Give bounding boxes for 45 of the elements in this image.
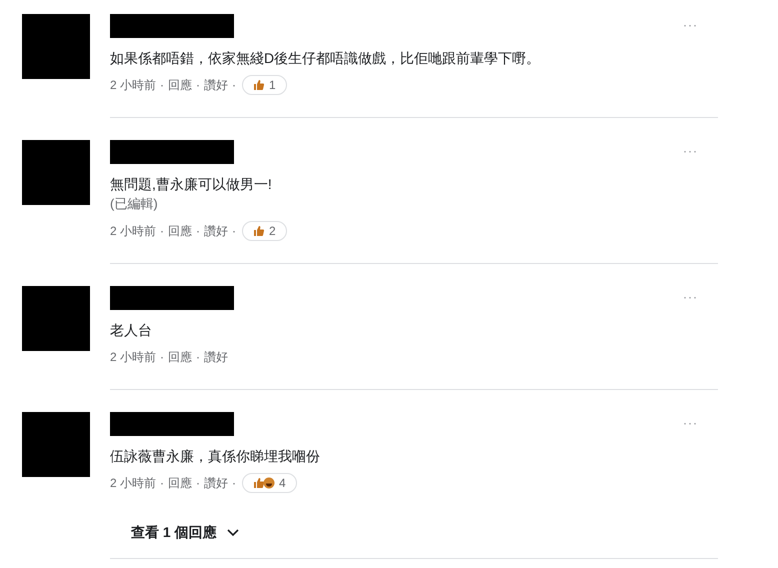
separator-dot: · <box>160 350 164 364</box>
separator-dot: · <box>232 476 236 490</box>
reply-link[interactable]: 回應 <box>168 474 192 492</box>
separator-dot: · <box>196 224 200 238</box>
more-options-button[interactable]: ··· <box>683 18 698 32</box>
timestamp-link[interactable]: 2 小時前 <box>110 474 156 492</box>
separator-dot: · <box>232 78 236 92</box>
timestamp-link[interactable]: 2 小時前 <box>110 222 156 240</box>
chevron-down-icon <box>226 529 239 537</box>
reaction-pill[interactable]: 1 <box>242 75 287 95</box>
reply-link[interactable]: 回應 <box>168 76 192 94</box>
thumbs-up-icon <box>253 79 266 91</box>
separator-dot: · <box>196 78 200 92</box>
reply-link[interactable]: 回應 <box>168 348 192 366</box>
more-options-button[interactable]: ··· <box>683 144 698 158</box>
reaction-pill[interactable]: 4 <box>242 473 297 493</box>
comment-text: 老人台 <box>110 321 153 340</box>
separator-dot: · <box>160 78 164 92</box>
separator-dot: · <box>232 224 236 238</box>
timestamp-link[interactable]: 2 小時前 <box>110 76 156 94</box>
redacted-avatar <box>22 14 90 79</box>
separator-dot: · <box>196 476 200 490</box>
like-link[interactable]: 讚好 <box>204 76 228 94</box>
separator-dot: · <box>160 224 164 238</box>
like-link[interactable]: 讚好 <box>204 222 228 240</box>
comment-text: 伍詠薇曹永廉，真係你睇埋我嗰份 <box>110 447 321 466</box>
thumbs-up-icon <box>253 477 266 489</box>
redacted-avatar <box>22 286 90 351</box>
view-replies-link[interactable]: 查看 1 個回應 <box>131 522 778 544</box>
comment-text: 如果係都唔錯，依家無綫D後生仔都唔識做戲，比佢哋跟前輩學下嘢。 <box>110 49 542 68</box>
thumbs-up-icon <box>253 225 266 237</box>
laughing-face-icon <box>263 477 276 489</box>
edited-label: (已編輯) <box>110 195 159 213</box>
more-options-button[interactable]: ··· <box>683 290 698 304</box>
separator-dot: · <box>160 476 164 490</box>
like-link[interactable]: 讚好 <box>204 348 228 366</box>
comment-text: 無問題,曹永廉可以做男一! <box>110 175 273 194</box>
more-options-button[interactable]: ··· <box>683 416 698 430</box>
reply-link[interactable]: 回應 <box>168 222 192 240</box>
redacted-avatar <box>22 412 90 477</box>
timestamp-link[interactable]: 2 小時前 <box>110 348 156 366</box>
redacted-avatar <box>22 140 90 205</box>
reaction-pill[interactable]: 2 <box>242 221 287 241</box>
separator-dot: · <box>196 350 200 364</box>
like-link[interactable]: 讚好 <box>204 474 228 492</box>
